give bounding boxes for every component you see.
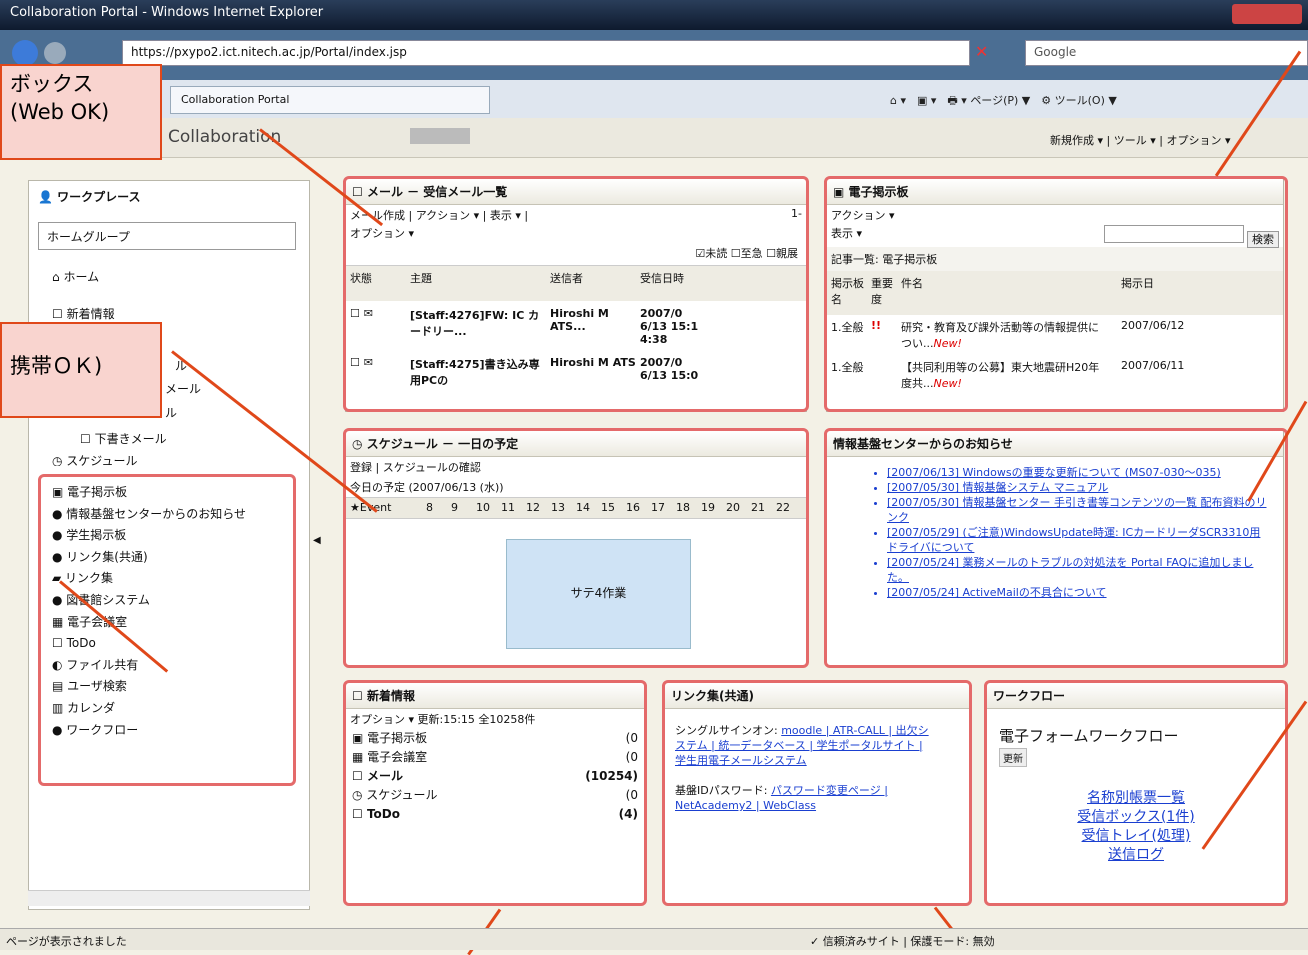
highlight-sidebar-list bbox=[38, 474, 296, 786]
callout-mid: 携帯ＯＫ) bbox=[0, 322, 162, 418]
highlight-bbs bbox=[824, 176, 1288, 412]
forward-button[interactable] bbox=[44, 42, 66, 64]
status-bar: ページが表示されました ✓ 信頼済みサイト | 保護モード: 無効 bbox=[0, 928, 1308, 950]
highlight-notice bbox=[824, 428, 1288, 668]
window-controls[interactable] bbox=[1232, 4, 1302, 24]
app-menu[interactable]: 新規作成 ▾ | ツール ▾ | オプション ▾ bbox=[1050, 132, 1231, 148]
group-select[interactable]: ホームグループ bbox=[38, 222, 296, 250]
back-button[interactable] bbox=[12, 40, 38, 66]
user-name-blur bbox=[410, 128, 470, 144]
highlight-schedule bbox=[343, 428, 809, 668]
highlight-links bbox=[662, 680, 972, 906]
highlight-news bbox=[343, 680, 647, 906]
sidebar-item-news[interactable]: ☐ 新着情報 bbox=[52, 305, 115, 322]
page-menu[interactable]: ページ(P) ▼ bbox=[970, 94, 1030, 107]
tools-menu[interactable]: ツール(O) ▼ bbox=[1055, 94, 1117, 107]
browser-tab[interactable]: Collaboration Portal bbox=[170, 86, 490, 114]
command-bar[interactable]: ⌂ ▾ ▣ ▾ 🖶 ▾ ページ(P) ▼ ⚙ ツール(O) ▼ bbox=[890, 92, 1117, 111]
search-input[interactable]: Google bbox=[1025, 40, 1308, 66]
collapse-sidebar-icon[interactable]: ◀ bbox=[313, 535, 321, 546]
sidebar-item-home[interactable]: ⌂ ホーム bbox=[52, 268, 99, 285]
window-title-bar: Collaboration Portal - Windows Internet … bbox=[0, 0, 1308, 30]
sidebar-item-draft[interactable]: ☐ 下書きメール bbox=[80, 430, 167, 447]
sidebar-item-sent[interactable]: ル bbox=[165, 404, 177, 421]
address-bar[interactable]: https://pxypo2.ict.nitech.ac.jp/Portal/i… bbox=[122, 40, 970, 66]
stop-icon[interactable]: ✕ bbox=[975, 42, 988, 61]
status-text: ページが表示されました bbox=[6, 935, 127, 948]
callout-top: ボックス (Web OK) bbox=[0, 64, 162, 160]
sidebar-scrollbar[interactable] bbox=[28, 890, 310, 906]
window-title: Collaboration Portal - Windows Internet … bbox=[10, 5, 324, 20]
sidebar-title: 👤 ワークプレース bbox=[38, 190, 141, 204]
status-zone: ✓ 信頼済みサイト | 保護モード: 無効 bbox=[810, 935, 995, 948]
sidebar-item-mail[interactable]: メール bbox=[165, 380, 201, 397]
highlight-mail bbox=[343, 176, 809, 412]
sidebar-item-schedule[interactable]: ◷ スケジュール bbox=[52, 452, 137, 466]
